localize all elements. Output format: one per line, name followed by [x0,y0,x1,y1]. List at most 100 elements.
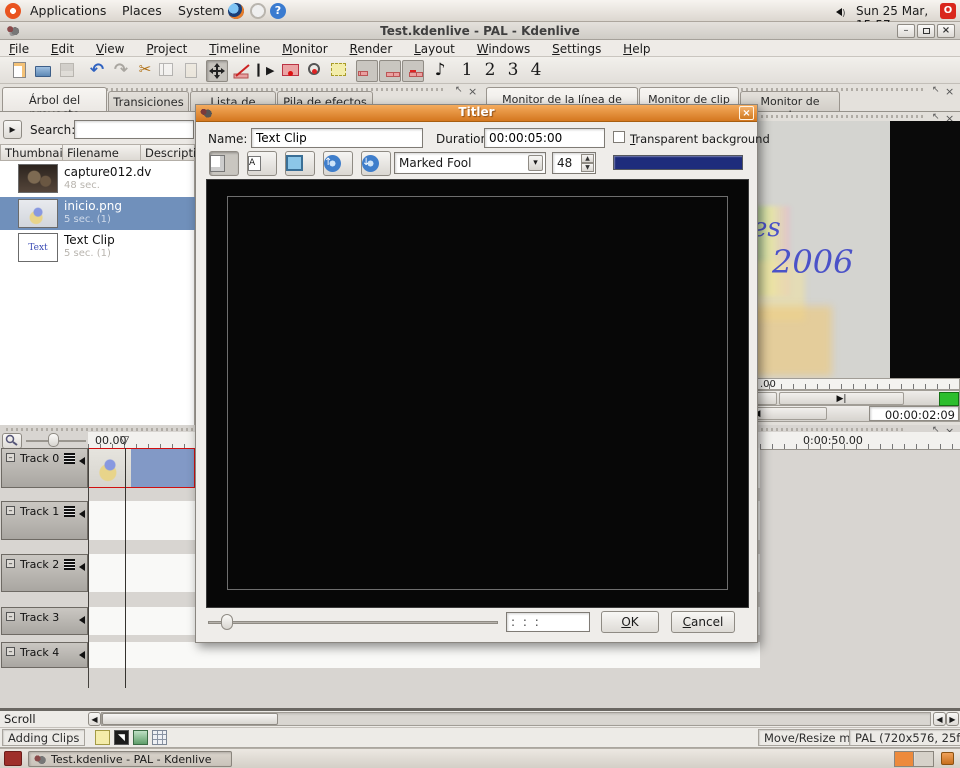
lower-object-icon[interactable]: ↓ [361,151,391,176]
video-track-icon[interactable] [64,559,75,570]
mute-track-icon[interactable] [79,455,85,468]
search-input[interactable] [74,120,194,139]
status-color-icon[interactable] [95,730,110,745]
zoom-slider-track[interactable] [208,621,498,624]
project-dock-float-icon[interactable]: ↖ [455,85,465,95]
scrollbar-thumb[interactable] [102,713,278,725]
clip-row-inicio[interactable]: inicio.png 5 sec. (1) [0,197,195,230]
new-file-icon[interactable] [8,60,30,82]
spacer-tool-icon[interactable]: ▎▶ [255,60,277,82]
spin-up-icon[interactable]: ▲ [581,154,594,163]
transparent-checkbox[interactable] [613,131,625,143]
collapse-track-icon[interactable]: – [6,612,15,621]
spin-down-icon[interactable]: ▼ [581,163,594,172]
search-options-icon[interactable]: ▸ [3,120,22,139]
undo-icon[interactable]: ↶ [86,60,108,82]
playhead-marker-icon[interactable]: ▽ [120,433,129,447]
title-name-input[interactable] [251,128,423,148]
clip-row-capture[interactable]: capture012.dv 48 sec. [0,163,195,196]
volume-icon[interactable]: ) [836,5,846,19]
status-image-icon[interactable] [133,730,148,745]
zoom-slider-handle[interactable] [221,614,233,630]
track-header-3[interactable]: – Track 3 [1,607,88,635]
track-header-2[interactable]: – Track 2 [1,554,88,592]
mute-track-icon[interactable] [79,649,85,662]
mute-track-icon[interactable] [79,614,85,627]
titler-titlebar[interactable]: Titler × [196,105,757,122]
font-combo[interactable]: Marked Fool ▾ [394,152,546,174]
font-combo-dropdown-icon[interactable]: ▾ [528,155,543,171]
select-zone-icon[interactable] [327,60,349,82]
title-canvas[interactable] [206,179,749,608]
track-header-1[interactable]: – Track 1 [1,501,88,540]
duration-input[interactable] [484,128,605,148]
position-timecode-field[interactable]: : : : [506,612,590,632]
scrollbar-right-icon[interactable]: ▶ [946,712,959,726]
scrollbar-left-icon[interactable]: ◀ [88,712,101,726]
column-filename[interactable]: Filename [63,144,141,161]
zoom-tool-icon[interactable] [2,433,22,449]
go-to-end-button[interactable]: ▶| [779,392,904,405]
video-track-icon[interactable] [64,506,75,517]
raise-object-icon[interactable]: ↑ [323,151,353,176]
maximize-button[interactable] [917,24,935,38]
copy-icon[interactable] [157,60,179,82]
clip-row-textclip[interactable]: Text Text Clip 5 sec. (1) [0,231,195,264]
redo-icon[interactable]: ↷ [110,60,132,82]
track-lane-4[interactable] [88,642,760,668]
add-rect-icon[interactable] [285,151,315,176]
project-dock-close-icon[interactable]: × [468,85,479,98]
show-desktop-icon[interactable] [4,751,22,766]
ok-button[interactable]: OK [601,611,659,633]
layout-2-button[interactable]: 2 [479,60,501,80]
timeline-mode-2-icon[interactable] [379,60,401,82]
video-track-icon[interactable] [64,453,75,464]
mute-track-icon[interactable] [79,561,85,574]
titler-close-icon[interactable]: × [739,106,754,120]
edit-text-icon[interactable]: A [247,151,277,176]
menu-applications[interactable]: Applications [24,3,112,18]
workspace-1-active[interactable] [895,752,914,766]
browser-launcher-icon[interactable] [228,3,244,19]
razor-tool-icon[interactable] [231,60,253,82]
mute-track-icon[interactable] [79,508,85,521]
record-ready-button[interactable] [939,392,959,406]
save-file-icon[interactable] [56,60,78,82]
status-clip-icon[interactable]: ◥ [114,730,129,745]
zoom-slider-handle[interactable] [48,433,59,447]
add-text-icon[interactable] [209,151,239,176]
power-icon[interactable]: O [940,3,956,19]
column-thumbnail[interactable]: Thumbnail [0,144,63,161]
collapse-track-icon[interactable]: – [6,506,15,515]
text-color-swatch[interactable] [613,155,743,170]
menu-places[interactable]: Places [116,3,168,18]
column-description[interactable]: Description [141,144,195,161]
monitor-dock-float-icon[interactable]: ↖ [932,85,942,95]
cancel-button[interactable]: Cancel [671,611,735,633]
layout-3-button[interactable]: 3 [502,60,524,80]
menu-system[interactable]: System [172,3,231,18]
workspace-switcher[interactable] [894,751,934,767]
record-region-icon[interactable] [279,60,301,82]
layout-4-button[interactable]: 4 [525,60,547,80]
taskbar-task-button[interactable]: Test.kdenlive - PAL - Kdenlive [28,751,232,767]
minimize-button[interactable]: – [897,24,915,38]
scrollbar-left-2-icon[interactable]: ◀ [933,712,946,726]
open-file-icon[interactable] [32,60,54,82]
distro-logo-icon[interactable] [5,3,21,19]
updates-icon[interactable] [250,3,266,19]
monitor-dock-close-icon[interactable]: × [945,85,956,98]
track-header-0[interactable]: – Track 0 [1,448,88,488]
timeline-mode-1-icon[interactable] [356,60,378,82]
close-button[interactable]: × [937,24,955,38]
record-icon[interactable] [303,60,325,82]
paste-icon[interactable] [180,60,202,82]
layout-1-button[interactable]: 1 [456,60,478,80]
collapse-track-icon[interactable]: – [6,453,15,462]
window-titlebar[interactable]: Test.kdenlive - PAL - Kdenlive – × [0,22,960,40]
track-header-4[interactable]: – Track 4 [1,642,88,668]
collapse-track-icon[interactable]: – [6,559,15,568]
help-icon[interactable]: ? [270,3,286,19]
audio-thumbnails-icon[interactable]: ♪ [429,60,451,82]
move-tool-icon[interactable] [206,60,228,82]
